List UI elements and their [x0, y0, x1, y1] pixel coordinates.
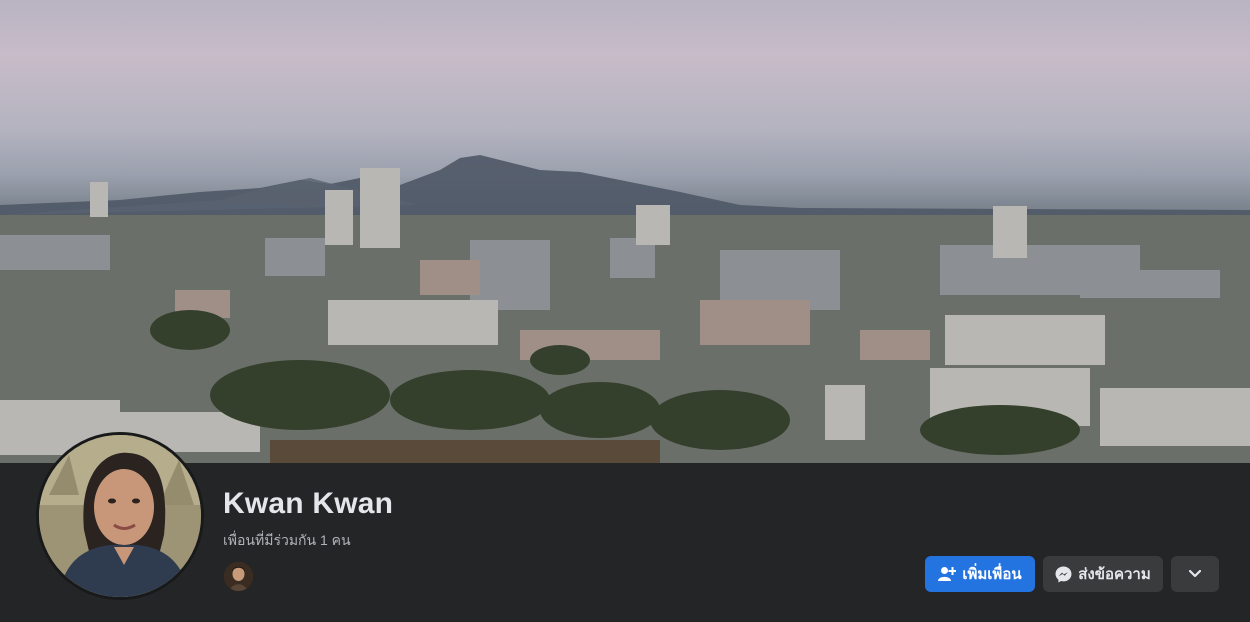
send-message-button[interactable]: ส่งข้อความ	[1043, 556, 1163, 592]
send-message-label: ส่งข้อความ	[1078, 566, 1151, 583]
mutual-friend-photo	[224, 562, 253, 591]
messenger-icon	[1055, 566, 1072, 583]
cover-photo[interactable]	[0, 0, 1250, 463]
person-add-icon	[938, 566, 957, 582]
profile-photo-image	[39, 435, 201, 597]
add-friend-button[interactable]: เพิ่มเพื่อน	[925, 556, 1035, 592]
profile-name: Kwan Kwan	[223, 487, 394, 520]
mutual-friend-avatar[interactable]	[222, 560, 255, 593]
add-friend-label: เพิ่มเพื่อน	[962, 566, 1022, 583]
mutual-friends-count[interactable]: เพื่อนที่มีร่วมกัน 1 คน	[223, 530, 351, 552]
cover-photo-image	[0, 155, 1250, 463]
profile-avatar[interactable]	[36, 432, 204, 600]
more-options-button[interactable]	[1171, 556, 1219, 592]
chevron-down-icon	[1189, 570, 1201, 578]
